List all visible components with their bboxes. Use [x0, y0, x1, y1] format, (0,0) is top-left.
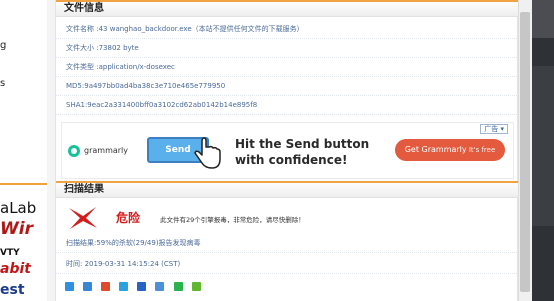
kaixin-icon[interactable]: [155, 282, 165, 291]
sidebar-divider: [0, 183, 47, 185]
cta-sub-label: It's free: [466, 146, 496, 154]
sidebar-text-fragment: s: [0, 78, 6, 89]
grammarly-ad-banner[interactable]: 广告 ▾ grammarly Send Hit the Send button …: [61, 122, 514, 179]
danger-status-label: 危险: [116, 211, 141, 225]
douban-icon[interactable]: [173, 282, 183, 291]
file-name-row: 文件名称 :43 wanghao_backdoor.exe（本站不提供任何文件的…: [56, 20, 519, 39]
pengyou-icon[interactable]: [119, 282, 129, 291]
scan-time-row: 时间: 2019-03-31 14:15:24 (CST): [56, 255, 519, 274]
right-edge-panel: [532, 0, 554, 301]
right-panel-band: [532, 66, 554, 226]
antivirus-logo-vba[interactable]: VTY: [0, 248, 20, 258]
scrollbar-thumb[interactable]: [520, 12, 530, 292]
left-sidebar: g s aLab Wir VTY abit est: [0, 0, 47, 301]
grammarly-logo-icon: [68, 145, 80, 157]
sidebar-text-fragment: g: [0, 40, 7, 51]
danger-description: 此文件有29个引擎报毒，非常危险，请尽快删除！: [160, 216, 305, 224]
antivirus-logo-antilab[interactable]: aLab: [0, 199, 36, 217]
pointing-hand-icon: [194, 137, 221, 169]
cta-main-label: Get Grammarly: [404, 145, 467, 154]
antivirus-logo-drweb[interactable]: Wir: [0, 219, 33, 239]
weibo-icon[interactable]: [83, 282, 93, 291]
qzone-icon[interactable]: [65, 282, 74, 291]
right-panel-band: [532, 0, 554, 38]
get-grammarly-button[interactable]: Get Grammarly It's free: [395, 139, 505, 161]
antivirus-logo-est[interactable]: est: [0, 282, 25, 298]
wechat-icon[interactable]: [191, 282, 201, 291]
antivirus-logo-rabbit[interactable]: abit: [0, 261, 31, 277]
grammarly-brand: grammarly: [84, 146, 129, 155]
ad-tag[interactable]: 广告 ▾: [480, 124, 508, 134]
file-type-row: 文件类型 :application/x-dosexec: [56, 58, 519, 77]
file-size-row: 文件大小 :73802 byte: [56, 39, 519, 58]
danger-x-icon: [69, 207, 97, 229]
main-panel: 文件信息 文件名称 :43 wanghao_backdoor.exe（本站不提供…: [55, 0, 519, 301]
file-info-header: 文件信息: [56, 0, 519, 17]
scan-result-header: 扫描结果: [56, 181, 519, 198]
renren-icon[interactable]: [101, 282, 111, 291]
scan-summary-row: 扫描结果:59%的杀软(29/49)报告发现病毒: [56, 234, 519, 253]
md5-row: MD5:9a497bb0ad4ba38c3e710e465e779950: [56, 77, 519, 96]
share-icons-row: [65, 276, 205, 295]
ad-headline: Hit the Send button with confidence!: [235, 137, 370, 167]
baidu-icon[interactable]: [137, 282, 147, 291]
sha1-row: SHA1:9eac2a331400bff0a3102cd62ab0142b14e…: [56, 96, 519, 115]
